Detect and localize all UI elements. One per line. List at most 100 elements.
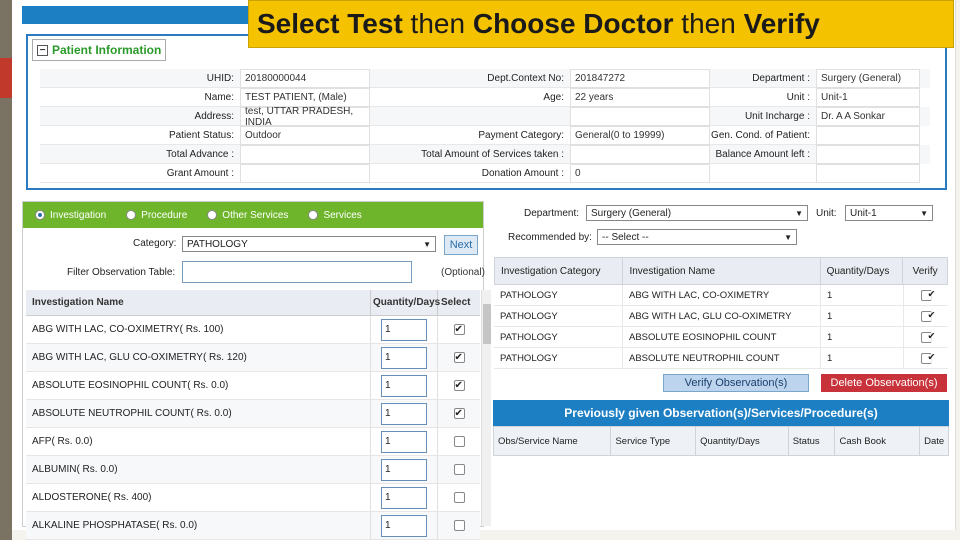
verify-checkbox[interactable] <box>920 289 932 301</box>
department-value: Surgery (General) <box>591 207 672 219</box>
table-row[interactable]: AFP( Rs. 0.0) 1 <box>26 428 480 456</box>
app-window: − Patient Information UHID: 20180000044 De… <box>12 0 956 540</box>
previous-col-header[interactable]: Status <box>789 427 836 455</box>
quantity-input[interactable]: 1 <box>381 346 427 369</box>
table-row[interactable]: ABG WITH LAC, GLU CO-OXIMETRY( Rs. 120) 1 <box>26 344 480 372</box>
tab-label: Procedure <box>141 209 188 221</box>
previous-col-header[interactable]: Cash Book <box>835 427 921 455</box>
verify-cell <box>904 348 948 368</box>
patient-info-value <box>570 107 710 126</box>
radio-icon[interactable] <box>207 210 218 220</box>
scrollbar-thumb[interactable] <box>483 304 491 344</box>
select-checkbox[interactable] <box>453 464 465 475</box>
department-select[interactable]: Surgery (General) ▼ <box>586 205 808 221</box>
quantity-input[interactable]: 1 <box>381 402 427 425</box>
previous-col-header[interactable]: Obs/Service Name <box>494 427 612 455</box>
quantity-input[interactable]: 1 <box>381 430 427 453</box>
radio-icon[interactable] <box>35 210 45 220</box>
previous-col-header[interactable]: Service Type <box>611 427 697 455</box>
dropdown-arrow-icon: ▼ <box>423 239 431 249</box>
patient-info-label <box>710 164 816 183</box>
radio-icon[interactable] <box>126 210 137 220</box>
patient-info-label: UHID: <box>40 69 240 88</box>
selected-rows: PATHOLOGYABG WITH LAC, CO-OXIMETRY1PATHO… <box>494 285 948 369</box>
tab-services[interactable]: Services <box>308 210 362 221</box>
patient-info-value: Dr. A A Sonkar <box>816 107 920 126</box>
quantity-input[interactable]: 1 <box>381 514 427 537</box>
service-type-tabs: Investigation Procedure Other Services Serv… <box>23 202 483 228</box>
quantity-input[interactable]: 1 <box>381 318 427 341</box>
table-row[interactable]: ALBUMIN( Rs. 0.0) 1 <box>26 456 480 484</box>
patient-info-value: 0 <box>570 164 710 183</box>
tab-other-services[interactable]: Other Services <box>207 210 288 221</box>
patient-info-value: 22 years <box>570 88 710 107</box>
unit-select[interactable]: Unit-1 ▼ <box>845 205 933 221</box>
col-investigation-category[interactable]: Investigation Category <box>495 258 624 284</box>
table-row[interactable]: PATHOLOGY ABG WITH LAC, GLU CO-OXIMETRY 1 <box>494 306 948 327</box>
quantity-days: 1 <box>821 306 904 326</box>
table-row[interactable]: ALDOSTERONE( Rs. 400) 1 <box>26 484 480 512</box>
verify-observations-button[interactable]: Verify Observation(s) <box>663 374 809 392</box>
patient-info-row: UHID: 20180000044 Dept.Context No: 20184727… <box>40 69 930 88</box>
next-button[interactable]: Next <box>444 235 478 255</box>
quantity-cell: 1 <box>371 400 438 427</box>
col-select[interactable]: Select <box>438 290 480 315</box>
select-checkbox[interactable] <box>453 408 465 419</box>
quantity-cell: 1 <box>371 372 438 399</box>
table-row[interactable]: PATHOLOGY ABG WITH LAC, CO-OXIMETRY 1 <box>494 285 948 306</box>
verify-checkbox[interactable] <box>920 331 932 343</box>
filter-input[interactable] <box>182 261 412 283</box>
select-checkbox[interactable] <box>453 324 465 335</box>
investigation-name: ABG WITH LAC, CO-OXIMETRY( Rs. 100) <box>26 316 371 343</box>
patient-info-value <box>816 164 920 183</box>
select-checkbox[interactable] <box>453 492 465 503</box>
investigation-table: Investigation Name Quantity/Days Select … <box>26 290 480 540</box>
table-row[interactable]: ALKALINE PHOSPHATASE( Rs. 0.0) 1 <box>26 512 480 540</box>
investigation-name: ABSOLUTE EOSINOPHIL COUNT( Rs. 0.0) <box>26 372 371 399</box>
patient-info-value: General(0 to 19999) <box>570 126 710 145</box>
verify-checkbox[interactable] <box>920 310 932 322</box>
select-checkbox[interactable] <box>453 436 465 447</box>
tab-label: Investigation <box>50 209 107 221</box>
col-quantity-days[interactable]: Quantity/Days <box>371 290 440 315</box>
collapse-icon[interactable]: − <box>37 44 48 56</box>
delete-observations-button[interactable]: Delete Observation(s) <box>821 374 947 392</box>
select-checkbox[interactable] <box>453 380 465 391</box>
col-investigation-name[interactable]: Investigation Name <box>623 258 821 284</box>
recommended-by-value: -- Select -- <box>602 231 649 243</box>
category-select[interactable]: PATHOLOGY ▼ <box>182 236 436 252</box>
quantity-input[interactable]: 1 <box>381 374 427 397</box>
radio-icon[interactable] <box>308 210 319 220</box>
table-row[interactable]: PATHOLOGY ABSOLUTE NEUTROPHIL COUNT 1 <box>494 348 948 369</box>
recommended-by-select[interactable]: -- Select -- ▼ <box>597 229 797 245</box>
col-verify[interactable]: Verify <box>903 258 947 284</box>
patient-info-legend[interactable]: − Patient Information <box>32 39 167 61</box>
table-row[interactable]: ABG WITH LAC, CO-OXIMETRY( Rs. 100) 1 <box>26 316 480 344</box>
verify-checkbox[interactable] <box>920 352 932 364</box>
tab-investigation[interactable]: Investigation <box>35 210 106 221</box>
previous-col-header[interactable]: Date <box>920 427 948 455</box>
col-quantity-days[interactable]: Quantity/Days <box>821 258 904 284</box>
patient-info-value: TEST PATIENT, (Male) <box>240 88 370 107</box>
investigation-rows: ABG WITH LAC, CO-OXIMETRY( Rs. 100)1ABG … <box>26 316 480 540</box>
investigation-name: ABG WITH LAC, CO-OXIMETRY <box>623 285 821 305</box>
patient-info-row: Address: test, UTTAR PRADESH, INDIA Unit I… <box>40 106 930 128</box>
select-checkbox[interactable] <box>453 520 465 531</box>
previous-col-header[interactable]: Quantity/Days <box>696 427 789 455</box>
patient-info-value: test, UTTAR PRADESH, INDIA <box>240 106 370 128</box>
select-checkbox[interactable] <box>453 352 465 363</box>
table-row[interactable]: ABSOLUTE EOSINOPHIL COUNT( Rs. 0.0) 1 <box>26 372 480 400</box>
investigation-name: ALDOSTERONE( Rs. 400) <box>26 484 371 511</box>
investigation-category: PATHOLOGY <box>494 285 623 305</box>
instruction-banner: Select Test then Choose Doctor then Veri… <box>248 0 954 48</box>
investigation-name: ALKALINE PHOSPHATASE( Rs. 0.0) <box>26 512 371 539</box>
tab-procedure[interactable]: Procedure <box>126 210 187 221</box>
table-row[interactable]: ABSOLUTE NEUTROPHIL COUNT( Rs. 0.0) 1 <box>26 400 480 428</box>
quantity-input[interactable]: 1 <box>381 458 427 481</box>
selected-table-header: Investigation Category Investigation Nam… <box>494 257 948 285</box>
table-scrollbar[interactable] <box>481 290 491 526</box>
quantity-input[interactable]: 1 <box>381 486 427 509</box>
table-row[interactable]: PATHOLOGY ABSOLUTE EOSINOPHIL COUNT 1 <box>494 327 948 348</box>
quantity-days: 1 <box>821 285 904 305</box>
col-investigation-name[interactable]: Investigation Name <box>26 290 371 315</box>
